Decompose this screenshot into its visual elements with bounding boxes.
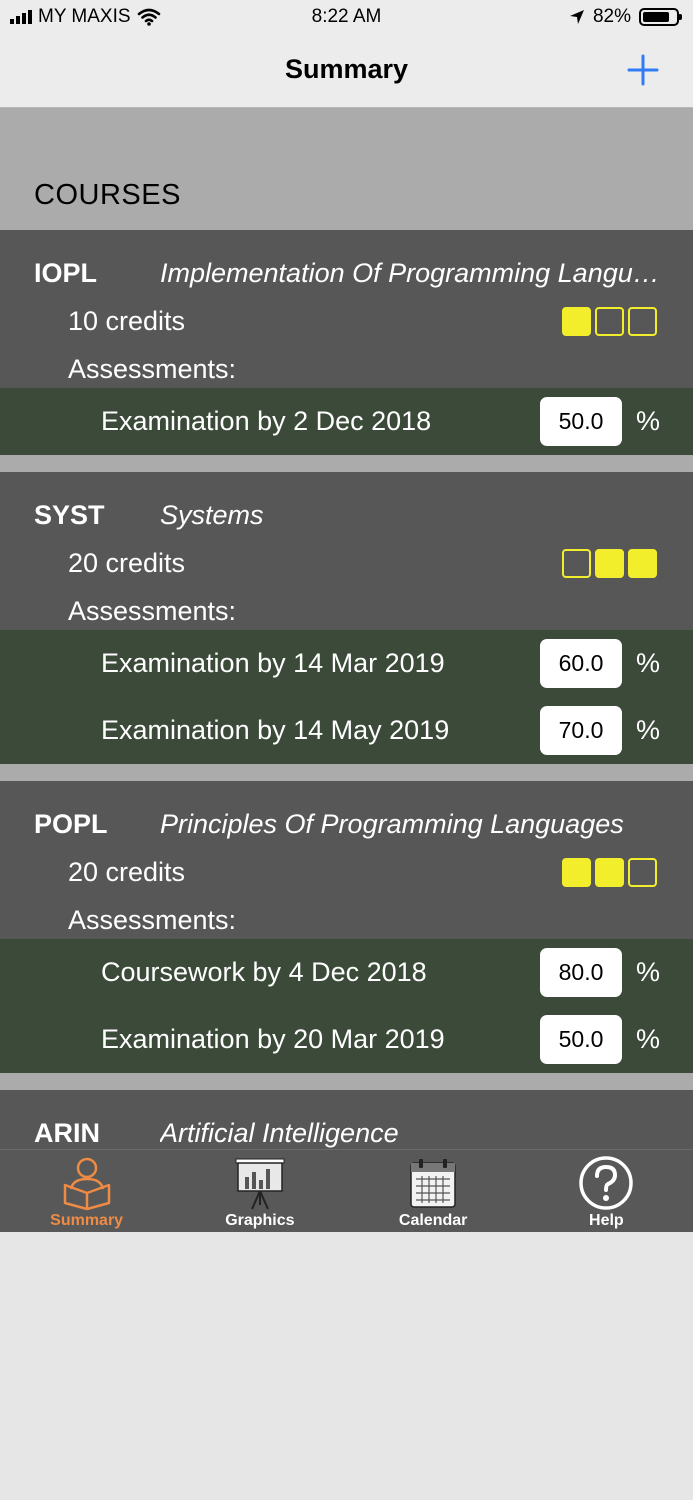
course-list[interactable]: COURSES IOPL Implementation Of Programmi… — [0, 108, 693, 1149]
assessment-title: Examination by 20 Mar 2019 — [101, 1024, 445, 1054]
assessment-title: Coursework by 4 Dec 2018 — [101, 957, 427, 987]
course-separator — [0, 764, 693, 781]
assessment-list: Examination by 2 Dec 2018 50.0 % — [0, 388, 693, 455]
navigation-bar: Summary — [0, 36, 693, 108]
tab-help[interactable]: Help — [520, 1150, 693, 1232]
battery-percent: 82% — [592, 6, 631, 27]
reading-person-icon — [63, 1157, 110, 1211]
plus-icon[interactable] — [623, 50, 663, 90]
course-header: SYST Systems 20 credits — [0, 472, 693, 578]
assessment-weight-field[interactable]: 60.0 — [540, 639, 622, 688]
course-name: Systems — [160, 500, 264, 530]
assessment-row: Examination by 20 Mar 2019 50.0 % — [0, 1006, 693, 1073]
help-circle-icon — [579, 1156, 634, 1210]
tab-label: Help — [589, 1212, 624, 1229]
course-separator — [0, 1073, 693, 1090]
percent-label: % — [636, 648, 661, 678]
tab-label: Calendar — [398, 1212, 468, 1229]
assessments-label-row: Assessments: — [0, 324, 693, 388]
assessment-list: Examination by 14 Mar 2019 60.0 % Examin… — [0, 630, 693, 764]
percent-label: % — [636, 957, 661, 987]
assessment-title: Examination by 14 May 2019 — [101, 715, 450, 745]
assessments-label: Assessments: — [68, 596, 237, 626]
assessments-label-row: Assessments: — [0, 566, 693, 630]
tab-label: Summary — [50, 1212, 124, 1229]
percent-label: % — [636, 1024, 661, 1054]
assessment-title: Examination by 14 Mar 2019 — [101, 648, 445, 678]
course-header: ARIN Artificial Intelligence — [0, 1090, 693, 1149]
assessments-label-row: Assessments: — [0, 875, 693, 939]
course-name: Implementation Of Programming Languages — [160, 258, 660, 288]
battery-fill — [643, 12, 670, 22]
course-separator — [0, 455, 693, 472]
course-card[interactable]: POPL Principles Of Programming Languages… — [0, 781, 693, 1073]
course-card[interactable]: IOPL Implementation Of Programming Langu… — [0, 230, 693, 455]
chart-easel-icon — [235, 1158, 285, 1210]
course-code: ARIN — [34, 1118, 100, 1148]
calendar-icon — [410, 1159, 456, 1208]
tab-bar: Summary Graphics Calendar Help — [0, 1149, 693, 1232]
assessment-row: Examination by 14 May 2019 70.0 % — [0, 697, 693, 764]
course-code: POPL — [34, 809, 108, 839]
tab-graphics[interactable]: Graphics — [173, 1150, 346, 1232]
assessment-weight-field[interactable]: 80.0 — [540, 948, 622, 997]
assessment-weight-field[interactable]: 50.0 — [540, 1015, 622, 1064]
tab-summary[interactable]: Summary — [0, 1150, 173, 1232]
page-title: Summary — [284, 54, 409, 84]
course-name: Artificial Intelligence — [160, 1118, 399, 1148]
assessment-row: Coursework by 4 Dec 2018 80.0 % — [0, 939, 693, 1006]
assessment-row: Examination by 2 Dec 2018 50.0 % — [0, 388, 693, 455]
course-header: IOPL Implementation Of Programming Langu… — [0, 230, 693, 336]
course-card[interactable]: ARIN Artificial Intelligence — [0, 1090, 693, 1149]
battery-icon — [639, 8, 682, 26]
assessment-list: Coursework by 4 Dec 2018 80.0 % Examinat… — [0, 939, 693, 1073]
tab-calendar[interactable]: Calendar — [347, 1150, 520, 1232]
course-code: SYST — [34, 500, 105, 530]
tab-label: Graphics — [225, 1212, 295, 1229]
assessment-weight-field[interactable]: 70.0 — [540, 706, 622, 755]
status-right: 82% — [569, 6, 682, 28]
course-card[interactable]: SYST Systems 20 credits Assessments: Exa… — [0, 472, 693, 764]
section-title: COURSES — [34, 179, 181, 211]
location-arrow-icon — [569, 10, 584, 24]
assessment-weight-field[interactable]: 50.0 — [540, 397, 622, 446]
percent-label: % — [636, 715, 661, 745]
course-name: Principles Of Programming Languages — [160, 809, 624, 839]
assessment-title: Examination by 2 Dec 2018 — [101, 406, 432, 436]
course-code: IOPL — [34, 258, 98, 288]
assessments-label: Assessments: — [68, 905, 237, 935]
assessments-label: Assessments: — [68, 354, 237, 384]
course-header: POPL Principles Of Programming Languages… — [0, 781, 693, 887]
assessment-row: Examination by 14 Mar 2019 60.0 % — [0, 630, 693, 697]
status-bar: MY MAXIS 8:22 AM 82% — [0, 0, 693, 36]
percent-label: % — [636, 406, 661, 436]
section-header: COURSES — [0, 108, 693, 230]
